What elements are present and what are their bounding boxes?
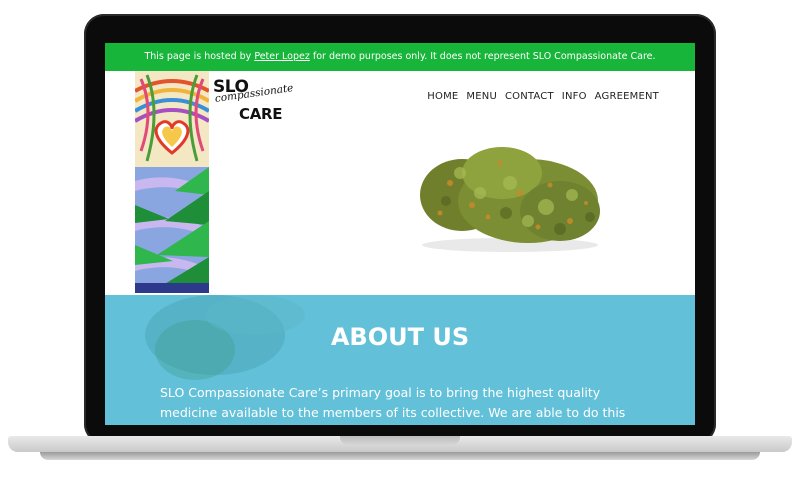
banner-prefix: This page is hosted by	[144, 51, 255, 62]
about-section: ABOUT US SLO Compassionate Care’s primar…	[105, 295, 695, 425]
laptop-base-shadow	[40, 452, 760, 460]
nav-menu[interactable]: MENU	[466, 91, 497, 102]
logo-care: CARE	[239, 105, 283, 123]
nav-info[interactable]: INFO	[562, 91, 587, 102]
nav-agreement[interactable]: AGREEMENT	[595, 91, 659, 102]
banner-suffix: for demo purposes only. It does not repr…	[309, 51, 656, 62]
laptop-notch	[340, 436, 460, 445]
site-header: SLO compassionate CARE HOME MENU CONTACT…	[105, 71, 695, 295]
banner-author-link[interactable]: Peter Lopez	[254, 51, 310, 62]
decorative-art-strip	[135, 71, 209, 293]
nav-contact[interactable]: CONTACT	[505, 91, 554, 102]
nav-home[interactable]: HOME	[427, 91, 458, 102]
demo-banner: This page is hosted by Peter Lopez for d…	[105, 43, 695, 71]
cannabis-bud-image	[410, 133, 610, 253]
about-title: ABOUT US	[330, 323, 470, 351]
main-nav: HOME MENU CONTACT INFO AGREEMENT	[427, 91, 659, 102]
site-logo[interactable]: SLO compassionate CARE	[213, 77, 294, 125]
about-text: SLO Compassionate Care’s primary goal is…	[160, 385, 626, 420]
browser-screen: This page is hosted by Peter Lopez for d…	[105, 43, 695, 425]
